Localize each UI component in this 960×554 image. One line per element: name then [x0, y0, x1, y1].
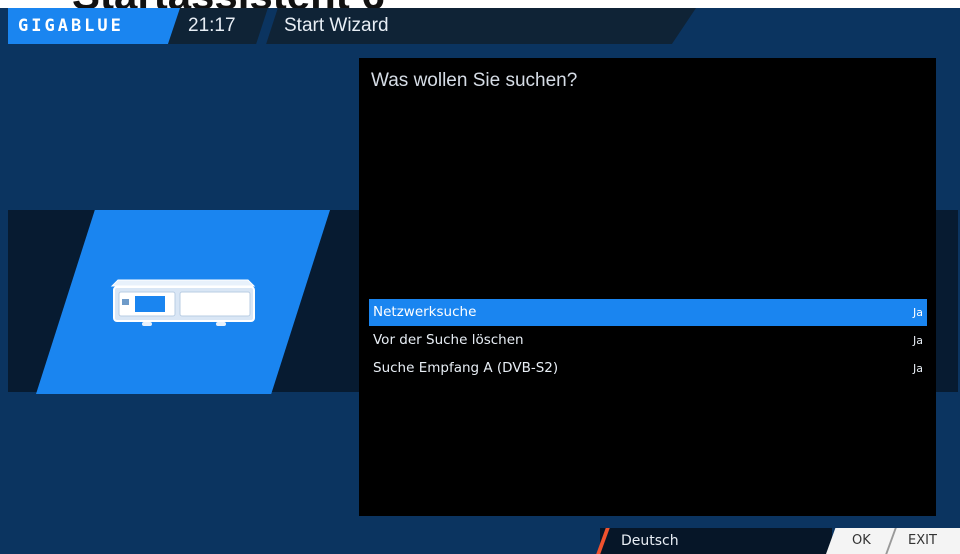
option-row-vor-der-suche-loeschen[interactable]: Vor der Suche löschen Ja	[369, 327, 927, 354]
language-button[interactable]: Deutsch	[621, 528, 679, 554]
exit-button[interactable]: EXIT	[908, 528, 937, 554]
dialog-question: Was wollen Sie suchen?	[371, 70, 578, 91]
search-dialog: Was wollen Sie suchen? Netzwerksuche Ja …	[359, 58, 936, 516]
option-row-netzwerksuche[interactable]: Netzwerksuche Ja	[369, 299, 927, 326]
ok-button[interactable]: OK	[852, 528, 871, 554]
page-title: Start Wizard	[284, 15, 389, 36]
clock: 21:17	[188, 15, 236, 36]
brand-logo: GIGABLUE	[18, 16, 124, 36]
search-options-list: Netzwerksuche Ja Vor der Suche löschen J…	[369, 299, 927, 383]
option-value: Ja	[913, 306, 923, 319]
option-label: Netzwerksuche	[373, 304, 477, 320]
screen: Startassistent 6 GIGABLUE 21:17 Start Wi…	[0, 0, 960, 554]
option-value: Ja	[913, 334, 923, 347]
option-label: Suche Empfang A (DVB-S2)	[373, 360, 559, 376]
option-label: Vor der Suche löschen	[373, 332, 524, 348]
option-value: Ja	[913, 362, 923, 375]
receiver-box-icon	[108, 272, 258, 334]
option-row-suche-empfang-a[interactable]: Suche Empfang A (DVB-S2) Ja	[369, 355, 927, 382]
